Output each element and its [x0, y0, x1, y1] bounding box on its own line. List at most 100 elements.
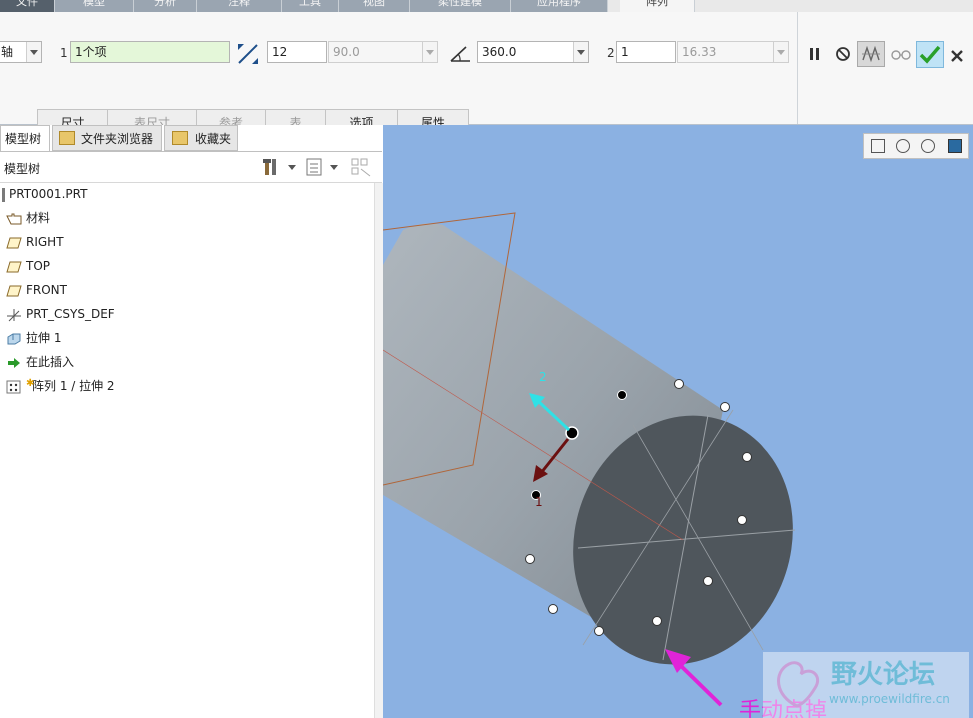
direction-2-spacing-value: 16.33	[682, 45, 717, 59]
tree-item-front-plane[interactable]: FRONT	[6, 280, 67, 300]
geometry-preview-button[interactable]	[857, 41, 885, 67]
tab-folder-browser-label: 文件夹浏览器	[81, 132, 154, 146]
tab-favorites[interactable]: 收藏夹	[164, 125, 238, 151]
angular-extent-icon[interactable]	[236, 42, 260, 66]
tree-item-label: PRT0001.PRT	[9, 187, 88, 201]
tab-applications[interactable]: 应用程序	[511, 0, 608, 12]
chevron-down-icon[interactable]	[773, 42, 788, 62]
tab-model-tree[interactable]: 模型树	[0, 125, 50, 151]
tab-tools[interactable]: 工具	[282, 0, 339, 12]
tab-analysis[interactable]: 分析	[134, 0, 197, 12]
watermark-logo-icon	[777, 661, 820, 708]
chevron-down-icon[interactable]	[330, 165, 338, 170]
no-preview-icon[interactable]	[834, 45, 852, 63]
member-count-value: 12	[272, 45, 288, 59]
tree-filter-icon[interactable]	[350, 157, 372, 177]
member-count-input[interactable]: 12	[267, 41, 327, 63]
tree-scrollbar[interactable]	[374, 183, 383, 718]
pattern-type-select[interactable]: 轴	[0, 41, 42, 63]
view-toolbar	[863, 133, 969, 159]
tab-file[interactable]: 文件	[0, 0, 55, 12]
tree-item-right-plane[interactable]: RIGHT	[6, 232, 64, 252]
pattern-member-dot[interactable]	[720, 402, 730, 412]
angle-icon[interactable]	[448, 42, 472, 66]
tree-item-material[interactable]: 材料	[6, 208, 50, 228]
tab-flexible-modeling[interactable]: 柔性建模	[410, 0, 511, 12]
chevron-down-icon[interactable]	[288, 165, 296, 170]
tree-item-label: 阵列 1 / 拉伸 2	[32, 379, 115, 393]
pattern-member-dot[interactable]	[652, 616, 662, 626]
extrude-icon	[7, 333, 21, 344]
direction-2-label: 2	[607, 46, 615, 60]
datum-plane-icon	[6, 285, 22, 296]
chevron-down-icon[interactable]	[26, 42, 41, 62]
tab-annotate[interactable]: 注释	[197, 0, 282, 12]
show-list-icon[interactable]	[305, 157, 323, 177]
pause-icon[interactable]	[806, 45, 824, 63]
tree-item-label: PRT_CSYS_DEF	[26, 307, 115, 321]
pattern-member-dot[interactable]	[703, 576, 713, 586]
direction-2-spacing-input[interactable]: 16.33	[677, 41, 789, 63]
tree-item-label: 材料	[26, 211, 51, 225]
chevron-down-icon[interactable]	[422, 42, 437, 62]
zoom-out-icon[interactable]	[921, 139, 935, 153]
csys-icon	[7, 308, 21, 321]
pattern-member-dot[interactable]	[594, 626, 604, 636]
pattern-member-dot[interactable]	[525, 554, 535, 564]
cancel-icon[interactable]	[949, 48, 965, 64]
tree-item-insert-here[interactable]: 在此插入	[6, 352, 74, 372]
tab-folder-browser[interactable]: 文件夹浏览器	[52, 125, 162, 151]
model-tree-header: 模型树	[4, 162, 41, 176]
tree-item-part[interactable]: PRT0001.PRT	[2, 184, 87, 204]
modified-star-icon: ✱	[26, 378, 35, 389]
direction-2-count-input[interactable]: 1	[616, 41, 676, 63]
annotation-arrow	[676, 661, 723, 707]
settings-tools-icon[interactable]	[262, 157, 282, 177]
tab-pattern[interactable]: 阵列	[620, 0, 695, 12]
angle-extent-value: 360.0	[482, 45, 517, 59]
datum-plane-icon	[6, 261, 22, 272]
watermark: 野火论坛 www.proewildfire.cn	[763, 652, 969, 718]
tree-item-label: TOP	[26, 259, 51, 273]
datum-plane-icon	[6, 237, 22, 248]
tab-model[interactable]: 模型	[55, 0, 134, 12]
pattern-dashboard: 轴 1 1个项 12 90.0 360.0 2 1 16.33 尺寸 表尺寸 参…	[0, 12, 973, 135]
tree-item-csys[interactable]: PRT_CSYS_DEF	[6, 304, 115, 324]
insert-here-icon	[8, 357, 20, 368]
tree-item-label: 拉伸 1	[26, 331, 62, 345]
angle-increment-value: 90.0	[333, 45, 360, 59]
model-canvas[interactable]: 2 1	[383, 125, 973, 718]
graphics-viewport[interactable]: 2 1 手动点掉 野火论坛 www.proewildfire.cn	[383, 125, 973, 718]
material-icon	[6, 213, 22, 224]
tree-item-extrude-1[interactable]: 拉伸 1	[6, 328, 61, 348]
pattern-member-dot[interactable]	[548, 604, 558, 614]
tree-item-top-plane[interactable]: TOP	[6, 256, 50, 276]
repaint-icon[interactable]	[948, 139, 962, 153]
tab-view[interactable]: 视图	[339, 0, 410, 12]
part-icon	[2, 187, 5, 202]
watermark-url: www.proewildfire.cn	[829, 692, 950, 706]
confirm-button[interactable]	[916, 41, 944, 68]
refit-icon[interactable]	[871, 139, 885, 153]
pattern-member-dot[interactable]	[617, 390, 627, 400]
geometry-preview-icon	[862, 45, 880, 63]
tree-item-pattern-1[interactable]: ✱ 阵列 1 / 拉伸 2	[6, 376, 115, 396]
pattern-member-dot[interactable]	[742, 452, 752, 462]
direction-1-label: 1	[535, 495, 543, 509]
direction-2-label: 2	[539, 370, 547, 384]
angle-increment-input[interactable]: 90.0	[328, 41, 438, 63]
checkmark-icon	[919, 45, 941, 64]
verify-glasses-icon[interactable]	[890, 45, 912, 63]
tree-item-label: 在此插入	[26, 355, 75, 369]
watermark-title: 野火论坛	[831, 660, 936, 690]
pattern-icon	[6, 380, 21, 393]
zoom-in-icon[interactable]	[896, 139, 910, 153]
chevron-down-icon[interactable]	[573, 42, 588, 62]
direction-1-reference-field[interactable]: 1个项	[70, 41, 230, 63]
angle-extent-input[interactable]: 360.0	[477, 41, 589, 63]
direction-2-count-value: 1	[621, 45, 629, 59]
separator	[797, 12, 798, 124]
folder-icon	[59, 131, 75, 145]
pattern-member-dot[interactable]	[674, 379, 684, 389]
pattern-member-dot[interactable]	[737, 515, 747, 525]
